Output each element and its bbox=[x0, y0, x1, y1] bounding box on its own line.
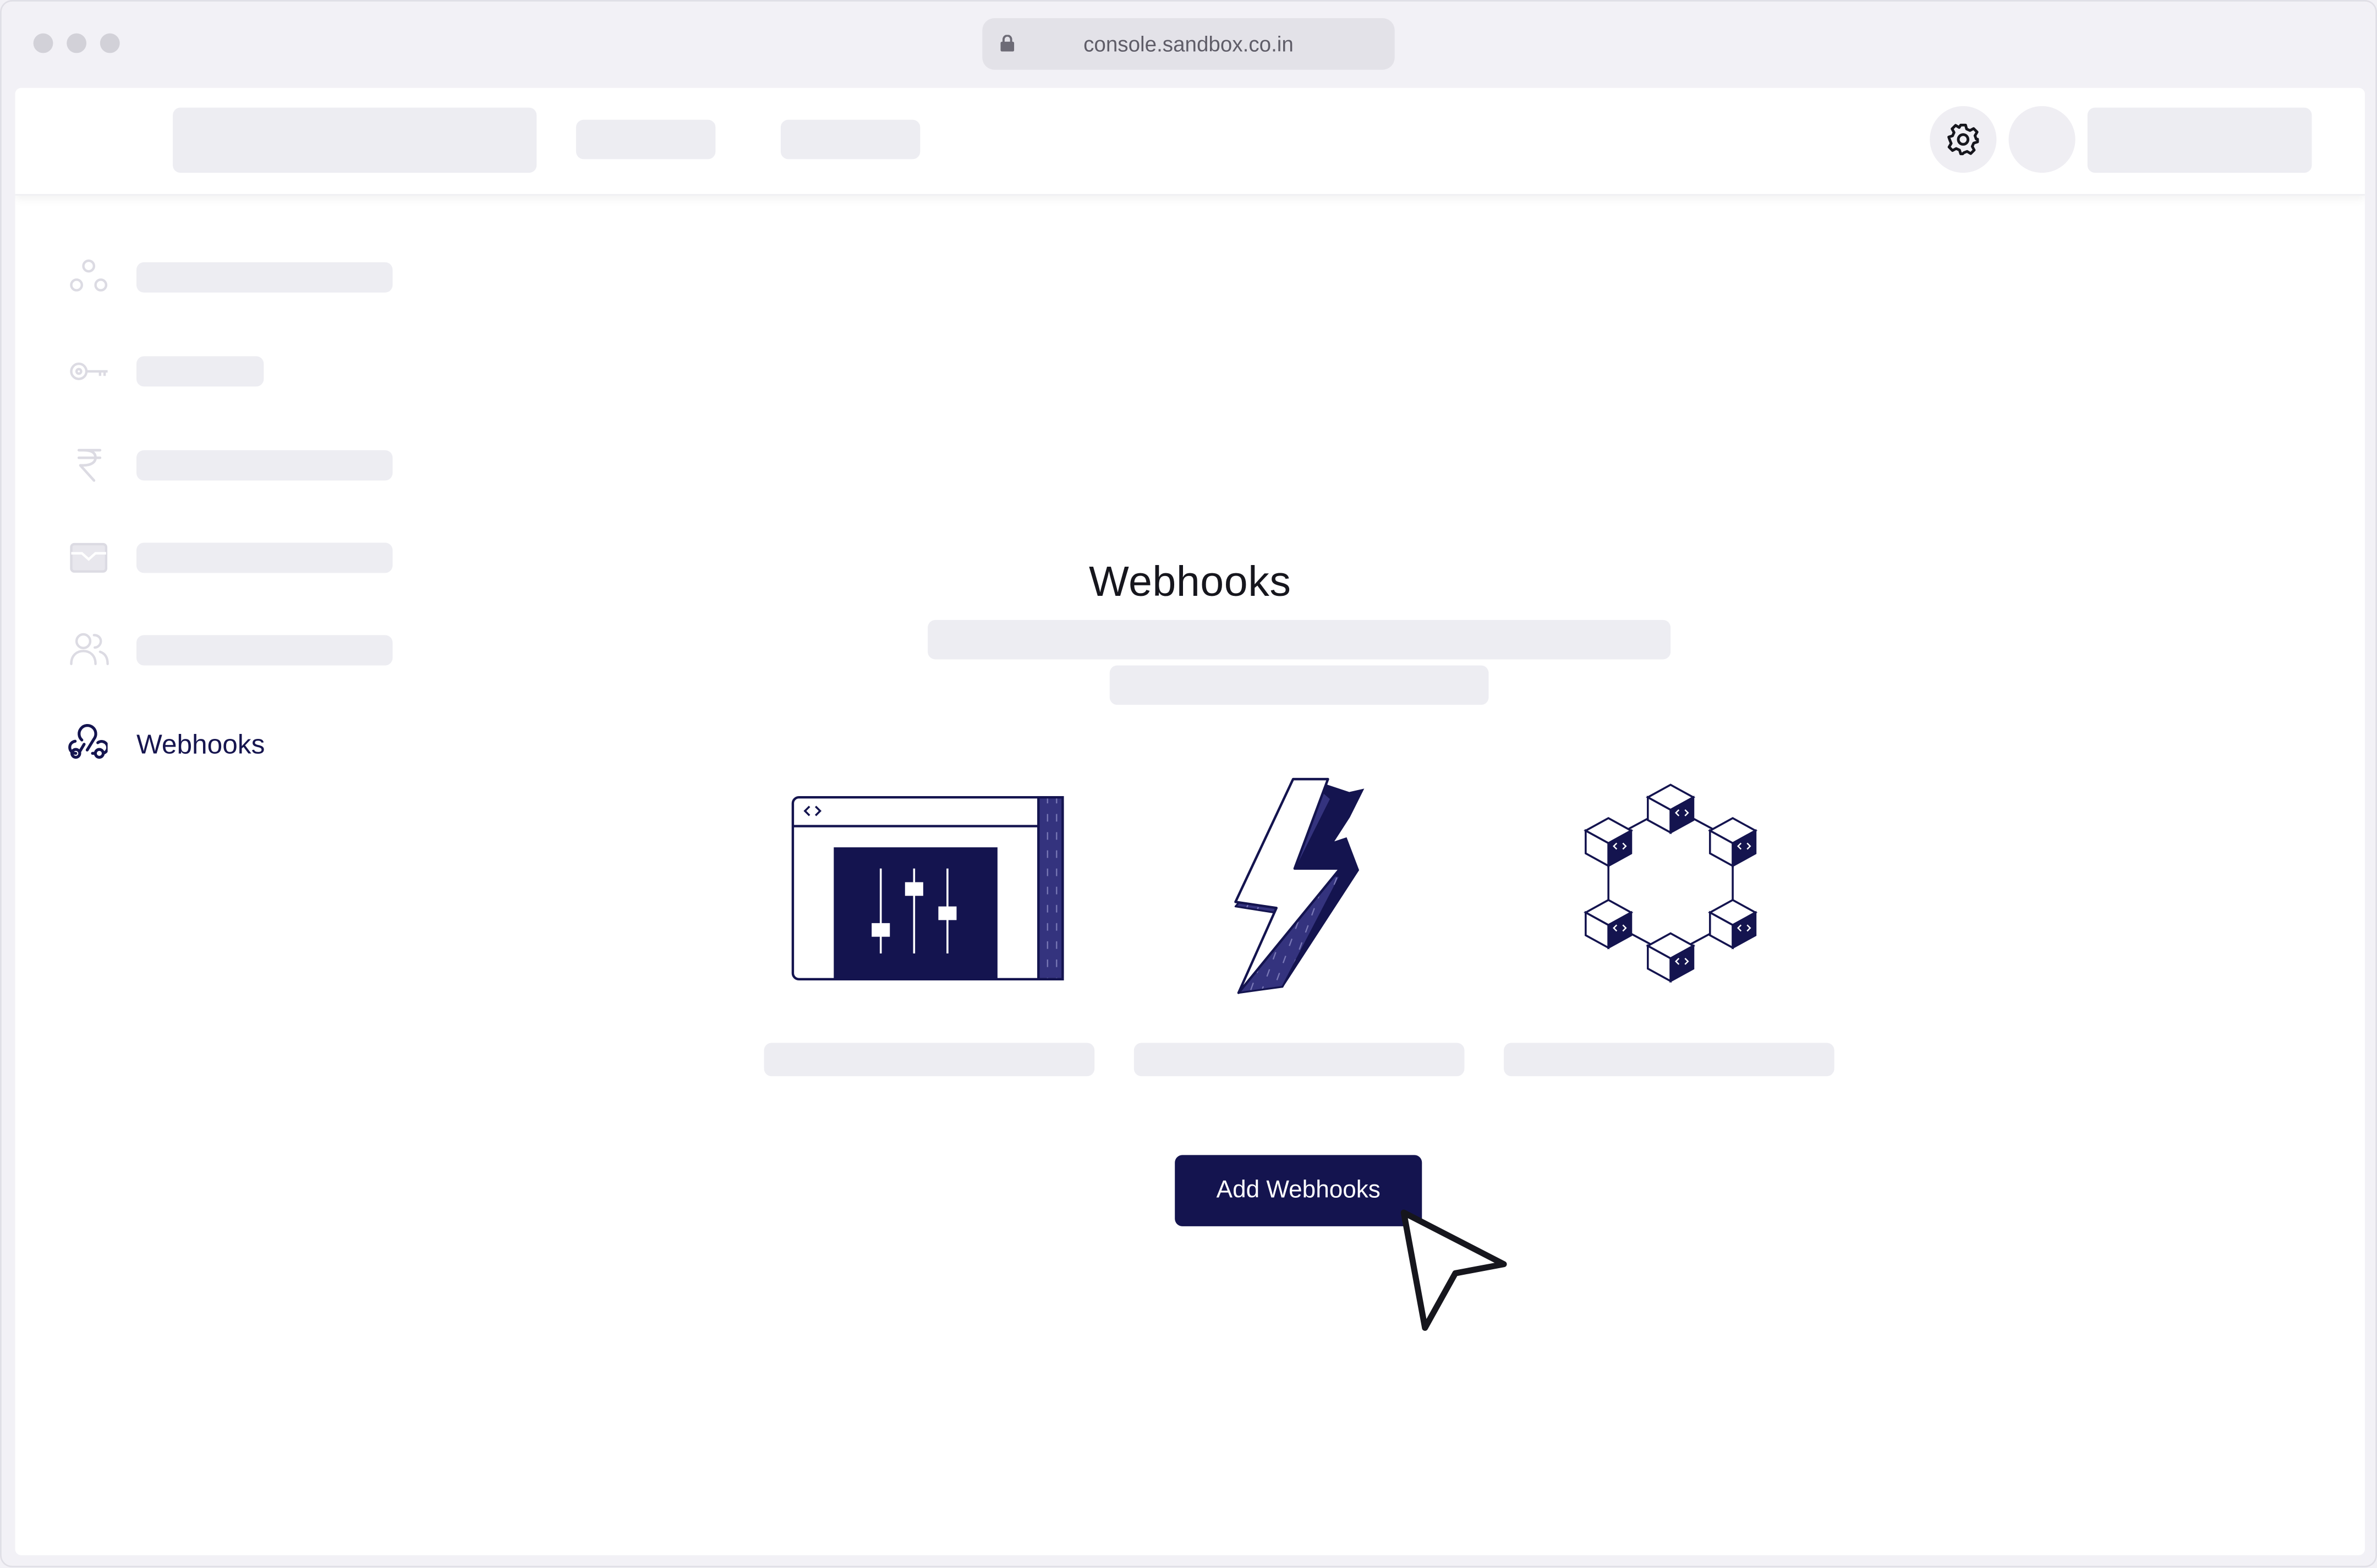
settings-button[interactable] bbox=[1930, 106, 1997, 173]
add-webhooks-button[interactable]: Add Webhooks bbox=[1175, 1155, 1422, 1226]
page-title: Webhooks bbox=[1088, 557, 1291, 605]
sidebar-item-placeholder-3[interactable] bbox=[136, 450, 393, 481]
address-bar[interactable]: console.sandbox.co.in bbox=[982, 18, 1395, 70]
lightning-bolt-icon bbox=[1234, 777, 1365, 994]
top-nav-bar bbox=[15, 87, 2365, 196]
window-close-dot[interactable] bbox=[33, 33, 53, 53]
settings-window-icon bbox=[791, 796, 1064, 980]
feature-label-placeholder-3 bbox=[1504, 1043, 1834, 1077]
sidebar-item-placeholder-5[interactable] bbox=[136, 635, 393, 666]
cube-network-icon bbox=[1584, 783, 1758, 983]
nav-link-placeholder-2[interactable] bbox=[780, 119, 921, 160]
webhook-icon bbox=[68, 724, 108, 759]
sidebar-item-label: Webhooks bbox=[136, 729, 265, 760]
browser-chrome: console.sandbox.co.in Webhooks Webhooks … bbox=[0, 0, 2377, 1567]
key-icon[interactable] bbox=[70, 361, 109, 382]
account-placeholder[interactable] bbox=[2087, 107, 2312, 173]
browser-frame: console.sandbox.co.in Webhooks Webhooks … bbox=[0, 0, 2377, 1567]
feature-label-placeholder-2 bbox=[1133, 1043, 1465, 1077]
app-window: Webhooks Webhooks Add Webhooks bbox=[15, 87, 2365, 1555]
feature-label-placeholder-1 bbox=[764, 1043, 1095, 1077]
nodes-icon[interactable] bbox=[70, 259, 108, 293]
window-minimize-dot[interactable] bbox=[67, 33, 87, 53]
mouse-pointer-icon bbox=[1400, 1209, 1507, 1331]
users-icon[interactable] bbox=[70, 632, 109, 666]
address-bar-url: console.sandbox.co.in bbox=[1083, 31, 1294, 56]
window-maximize-dot[interactable] bbox=[100, 33, 120, 53]
logo-placeholder bbox=[173, 107, 537, 173]
gear-icon bbox=[1947, 123, 1979, 156]
sidebar-item-placeholder-1[interactable] bbox=[136, 262, 393, 293]
sidebar-item-placeholder-2[interactable] bbox=[136, 356, 264, 387]
avatar[interactable] bbox=[2008, 106, 2075, 173]
rupee-icon[interactable] bbox=[76, 447, 103, 484]
description-placeholder-line-1 bbox=[928, 619, 1671, 660]
description-placeholder-line-2 bbox=[1109, 665, 1489, 705]
nav-link-placeholder-1[interactable] bbox=[576, 119, 716, 160]
